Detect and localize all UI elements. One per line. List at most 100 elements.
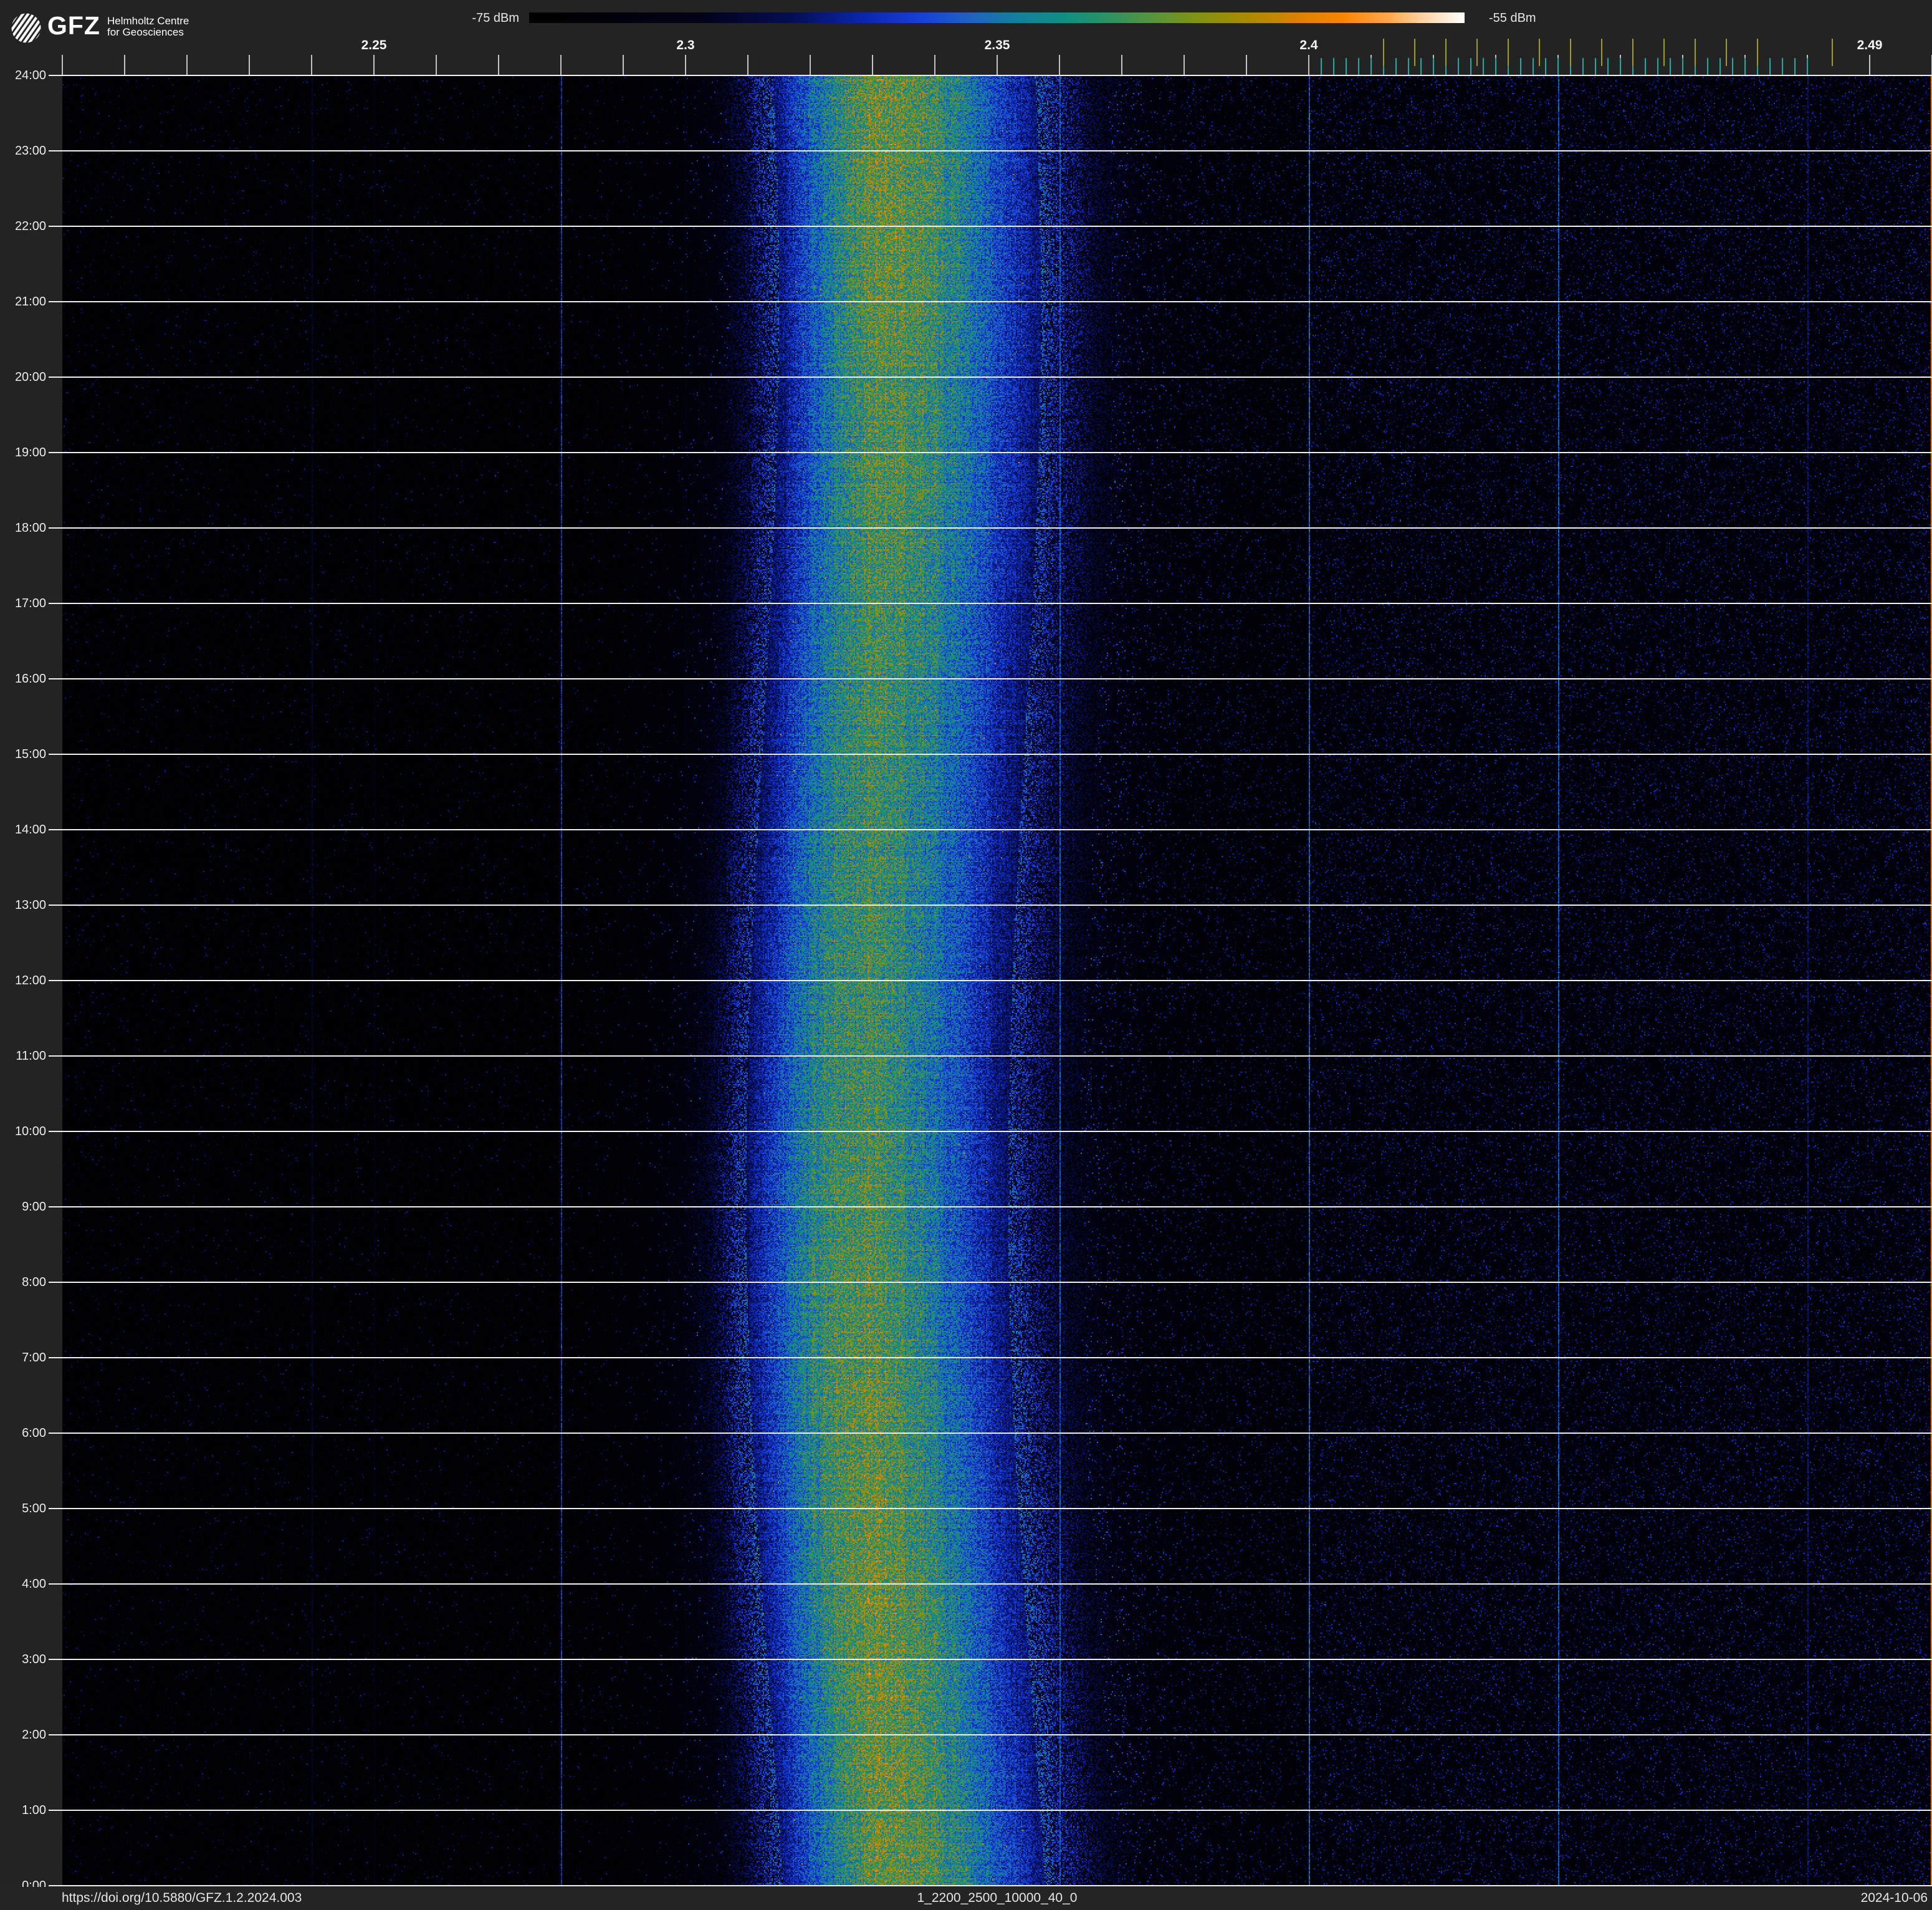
wifi-channel-tick <box>1695 39 1696 66</box>
bluetooth-channel-tick <box>1495 58 1496 75</box>
hour-gridline <box>49 1583 1932 1585</box>
wifi-channel-tick <box>1445 39 1447 66</box>
freq-tick <box>872 55 873 75</box>
time-axis-label: 6:00 <box>22 1426 46 1440</box>
colorbar-max-label: -55 dBm <box>1489 11 1536 25</box>
hour-gridline <box>49 75 1932 76</box>
time-axis-label: 16:00 <box>14 672 46 686</box>
brand-text: GFZ <box>47 11 100 40</box>
hour-gridline <box>49 1508 1932 1509</box>
freq-tick <box>747 55 748 75</box>
wifi-channel-tick <box>1539 39 1540 66</box>
freq-tick <box>249 55 250 75</box>
time-axis-label: 2:00 <box>22 1728 46 1742</box>
org-name-line1: Helmholtz Centre <box>107 15 189 27</box>
freq-tick <box>186 55 188 75</box>
wifi-channel-tick <box>1601 39 1602 66</box>
bluetooth-channel-tick <box>1408 58 1409 75</box>
bluetooth-channel-tick <box>1769 58 1771 75</box>
freq-tick <box>124 55 125 75</box>
wifi-channel-tick <box>1757 39 1758 66</box>
bluetooth-channel-tick <box>1520 58 1521 75</box>
wifi-channel-tick <box>1663 39 1665 66</box>
wifi-channel-tick <box>1726 39 1727 66</box>
time-axis-label: 15:00 <box>14 747 46 761</box>
bluetooth-channel-tick <box>1420 58 1422 75</box>
hour-gridline <box>49 226 1932 227</box>
bluetooth-channel-tick <box>1719 58 1721 75</box>
time-axis-label: 4:00 <box>22 1577 46 1591</box>
freq-tick <box>934 55 935 75</box>
freq-tick <box>1869 55 1870 75</box>
freq-tick <box>1121 55 1122 75</box>
time-axis-label: 23:00 <box>14 144 46 158</box>
hour-gridline <box>49 1734 1932 1735</box>
freq-axis-label: 2.25 <box>361 38 387 52</box>
freq-axis-label: 2.49 <box>1857 38 1883 52</box>
time-axis-label: 11:00 <box>16 1049 46 1063</box>
bluetooth-channel-tick <box>1370 58 1372 75</box>
hour-gridline <box>49 905 1932 906</box>
hour-gridline <box>49 150 1932 151</box>
recording-date: 2024-10-06 <box>1860 1891 1928 1905</box>
wifi-channel-tick <box>1383 39 1384 66</box>
time-axis-label: 7:00 <box>22 1351 46 1365</box>
wifi-channel-tick <box>1508 39 1509 66</box>
freq-axis-label: 2.4 <box>1299 38 1318 52</box>
bluetooth-channel-tick <box>1395 58 1397 75</box>
bluetooth-channel-tick <box>1346 58 1347 75</box>
freq-tick <box>1059 55 1060 75</box>
hour-gridline <box>49 1357 1932 1358</box>
bluetooth-channel-tick <box>1607 58 1609 75</box>
time-axis-label: 9:00 <box>22 1200 46 1214</box>
bluetooth-channel-tick <box>1794 58 1796 75</box>
freq-tick <box>1184 55 1185 75</box>
freq-tick <box>623 55 624 75</box>
hour-gridline <box>49 678 1932 679</box>
bluetooth-channel-tick <box>1483 58 1484 75</box>
bluetooth-channel-tick <box>1545 58 1546 75</box>
hour-gridline <box>49 603 1932 604</box>
freq-axis-label: 2.35 <box>984 38 1010 52</box>
bluetooth-channel-tick <box>1533 58 1534 75</box>
hour-gridline <box>49 301 1932 302</box>
freq-axis-label: 2.3 <box>676 38 695 52</box>
hour-gridline <box>49 527 1932 529</box>
freq-tick <box>373 55 375 75</box>
gfz-logo-icon <box>11 13 41 43</box>
wifi-channel-tick <box>1570 39 1571 66</box>
bluetooth-channel-tick <box>1470 58 1471 75</box>
bluetooth-channel-tick <box>1582 58 1584 75</box>
freq-tick <box>560 55 562 75</box>
hour-gridline <box>49 1206 1932 1207</box>
hour-gridline <box>49 1810 1932 1811</box>
freq-tick <box>436 55 437 75</box>
hour-gridline <box>49 1131 1932 1132</box>
bluetooth-channel-tick <box>1657 58 1658 75</box>
bluetooth-channel-tick <box>1321 58 1322 75</box>
freq-tick <box>1246 55 1247 75</box>
wifi-channel-tick <box>1414 39 1415 66</box>
time-axis-label: 8:00 <box>22 1275 46 1289</box>
time-axis-label: 19:00 <box>14 446 46 459</box>
bluetooth-channel-tick <box>1682 58 1683 75</box>
bluetooth-channel-tick <box>1458 58 1459 75</box>
bluetooth-channel-tick <box>1358 58 1359 75</box>
time-axis-label: 21:00 <box>14 295 46 309</box>
time-axis-label: 17:00 <box>14 597 46 610</box>
org-name-line2: for Geosciences <box>107 26 184 38</box>
bluetooth-channel-tick <box>1744 58 1746 75</box>
hour-gridline <box>49 980 1932 981</box>
freq-tick <box>1308 55 1309 75</box>
hour-gridline <box>49 377 1932 378</box>
wifi-channel-tick <box>1832 39 1833 66</box>
hour-gridline <box>49 1885 1932 1886</box>
bluetooth-channel-tick <box>1595 58 1596 75</box>
time-axis-label: 3:00 <box>22 1653 46 1666</box>
bluetooth-channel-tick <box>1670 58 1671 75</box>
hour-gridline <box>49 452 1932 453</box>
org-name: Helmholtz Centre for Geosciences <box>107 16 189 38</box>
bluetooth-channel-tick <box>1620 58 1621 75</box>
bluetooth-channel-tick <box>1557 58 1559 75</box>
time-axis-label: 20:00 <box>14 370 46 384</box>
